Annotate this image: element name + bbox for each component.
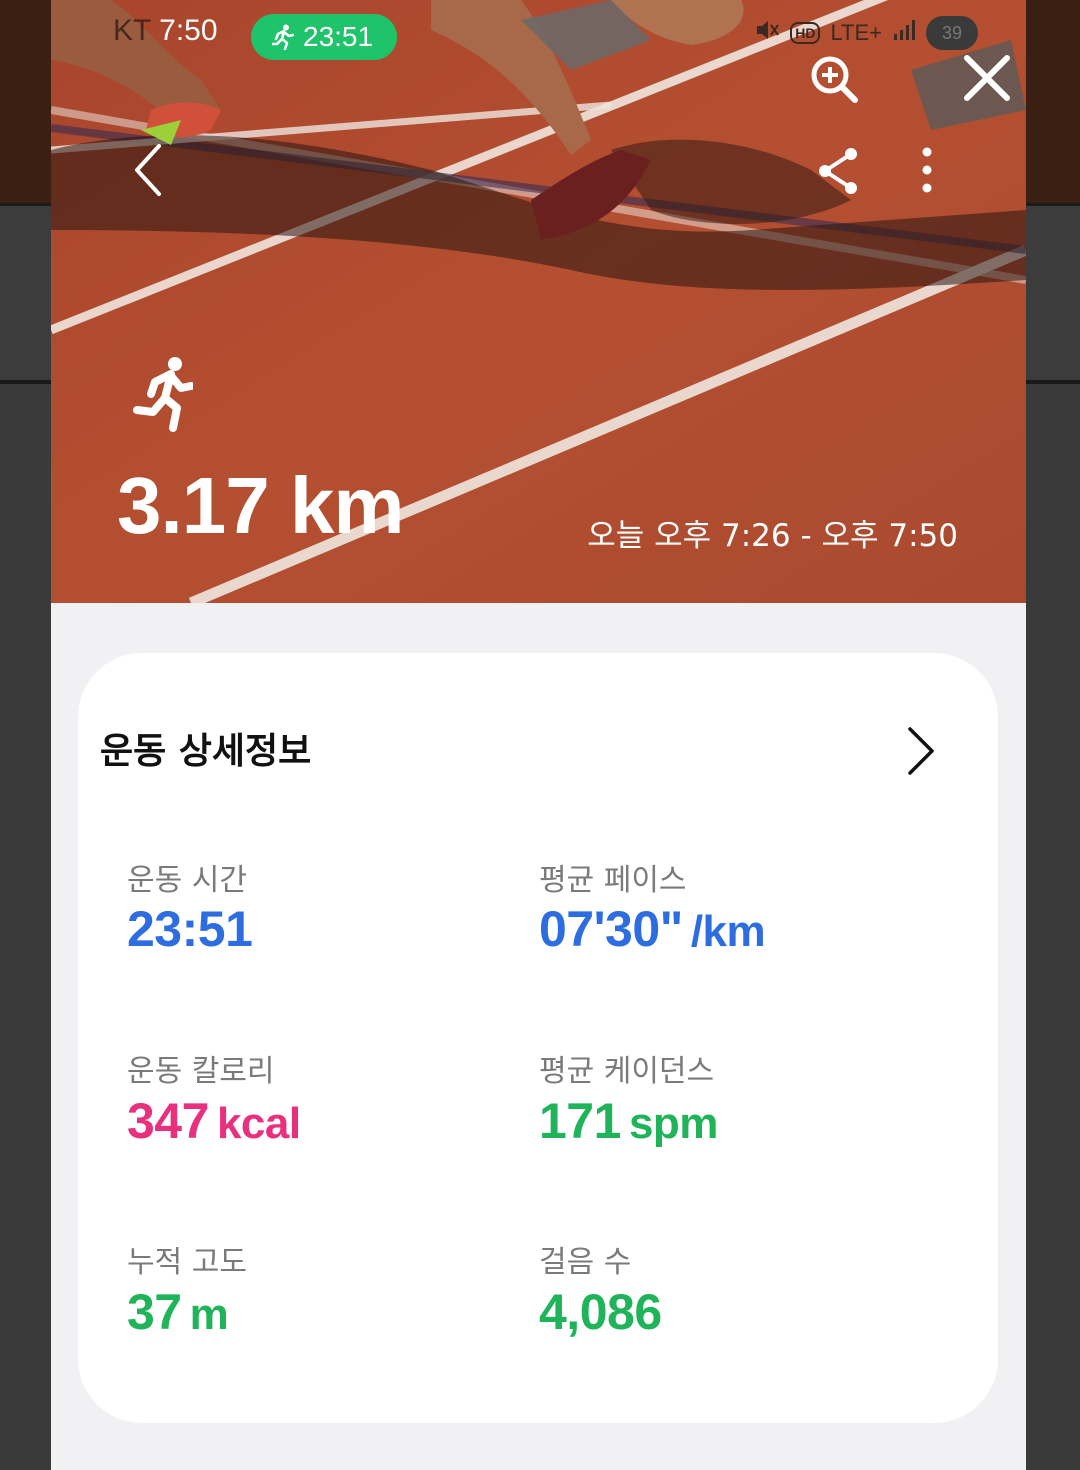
battery-indicator: 39 — [926, 16, 978, 50]
stat-number: 23:51 — [127, 901, 253, 957]
stat-value-avg-cadence: 171 spm — [539, 1092, 718, 1150]
share-button[interactable] — [815, 145, 863, 197]
stat-label-duration: 운동 시간 — [127, 863, 247, 898]
workout-timer-pill[interactable]: 23:51 — [251, 14, 397, 60]
workout-timer-text: 23:51 — [303, 21, 374, 52]
chevron-left-icon — [135, 144, 161, 196]
stat-number: 171 — [539, 1093, 621, 1149]
close-icon — [964, 55, 1010, 101]
stat-label-avg-cadence: 평균 케이던스 — [539, 1054, 715, 1089]
workout-time-range: 오늘 오후 7:26 - 오후 7:50 — [587, 518, 958, 554]
more-vertical-icon — [922, 147, 932, 193]
stat-unit: m — [189, 1290, 229, 1339]
details-expand-button[interactable] — [904, 725, 938, 777]
running-person-icon — [133, 354, 195, 434]
stat-label-elevation: 누적 고도 — [127, 1245, 247, 1280]
distance-value: 3.17 km — [117, 461, 405, 550]
stat-value-elevation: 37 m — [127, 1283, 229, 1341]
stat-unit: /km — [690, 907, 766, 956]
status-bar: KT 7:50 23:51 HD LTE+ 39 — [51, 0, 1026, 72]
stat-label-steps: 걸음 수 — [539, 1245, 632, 1280]
stat-number: 347 — [127, 1093, 209, 1149]
stat-number: 4,086 — [539, 1284, 662, 1340]
stat-label-avg-pace: 평균 페이스 — [539, 863, 687, 898]
close-button[interactable] — [959, 50, 1015, 106]
stat-value-calories: 347 kcal — [127, 1092, 301, 1150]
status-icons: HD LTE+ 39 — [754, 16, 978, 50]
share-icon — [819, 148, 857, 194]
zoom-in-button[interactable] — [807, 52, 861, 106]
zoom-in-icon — [811, 56, 858, 103]
chevron-right-icon — [908, 727, 934, 775]
stat-number: 37 — [127, 1284, 182, 1340]
stat-value-avg-pace: 07'30"/km — [539, 900, 766, 958]
stat-number: 07'30" — [539, 901, 683, 957]
more-options-button[interactable] — [911, 142, 943, 198]
clock: 7:50 — [159, 14, 218, 47]
mute-icon — [754, 17, 780, 49]
back-button[interactable] — [129, 140, 169, 200]
signal-icon — [892, 18, 916, 48]
workout-detail-screen: KT 7:50 23:51 HD LTE+ 39 3.17 km 오늘 오후 7… — [51, 0, 1026, 1470]
stat-unit: kcal — [216, 1099, 301, 1148]
carrier-label: KT — [113, 14, 151, 47]
card-title: 운동 상세정보 — [100, 731, 312, 772]
stat-value-duration: 23:51 — [127, 900, 253, 958]
status-carrier-time: KT 7:50 — [113, 14, 218, 48]
network-type: LTE+ — [830, 20, 882, 45]
running-icon — [263, 24, 303, 50]
hero-photo: KT 7:50 23:51 HD LTE+ 39 3.17 km 오늘 오후 7… — [51, 0, 1026, 603]
stat-label-calories: 운동 칼로리 — [127, 1054, 275, 1089]
stat-value-steps: 4,086 — [539, 1283, 662, 1341]
hd-voice-badge: HD — [790, 22, 821, 44]
stat-unit: spm — [628, 1099, 718, 1148]
